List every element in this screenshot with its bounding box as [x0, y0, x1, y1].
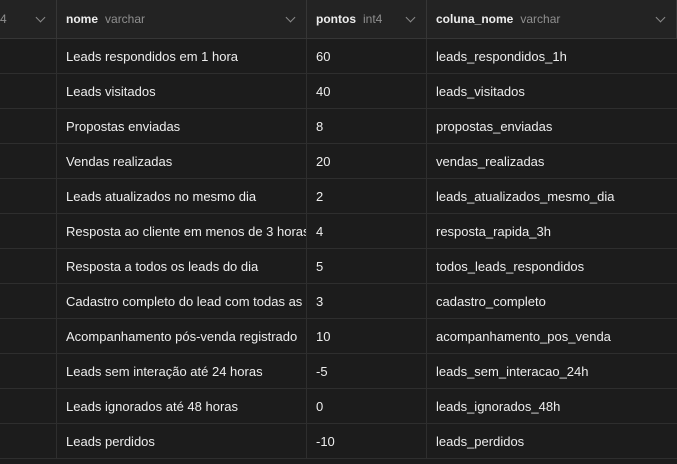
row-id-cell[interactable]	[0, 354, 57, 388]
column-type: varchar	[520, 12, 561, 26]
chevron-down-icon[interactable]	[405, 12, 416, 23]
header-row: 4 nome varchar pontos int4 coluna_nome v…	[0, 0, 677, 39]
cell-coluna-nome[interactable]: acompanhamento_pos_venda	[427, 319, 677, 353]
row-id-cell[interactable]	[0, 284, 57, 318]
cell-nome[interactable]: Leads ignorados até 48 horas	[57, 389, 307, 423]
column-name: coluna_nome	[436, 12, 514, 26]
cell-nome[interactable]: Resposta ao cliente em menos de 3 horas	[57, 214, 307, 248]
cell-coluna-nome[interactable]: leads_sem_interacao_24h	[427, 354, 677, 388]
row-id-cell[interactable]	[0, 319, 57, 353]
table-row[interactable]: Resposta a todos os leads do dia 5 todos_l…	[0, 249, 677, 284]
cell-nome[interactable]: Vendas realizadas	[57, 144, 307, 178]
table-row[interactable]: Cadastro completo do lead com todas as 3 c…	[0, 284, 677, 319]
cell-coluna-nome[interactable]: cadastro_completo	[427, 284, 677, 318]
row-id-cell[interactable]	[0, 109, 57, 143]
cell-coluna-nome[interactable]: leads_respondidos_1h	[427, 39, 677, 73]
chevron-down-icon[interactable]	[285, 12, 296, 23]
cell-pontos[interactable]: -5	[307, 354, 427, 388]
cell-pontos[interactable]: 8	[307, 109, 427, 143]
cell-pontos[interactable]: 4	[307, 214, 427, 248]
table-row[interactable]: Acompanhamento pós-venda registrado 10 aco…	[0, 319, 677, 354]
cell-pontos[interactable]: 0	[307, 389, 427, 423]
data-grid: 4 nome varchar pontos int4 coluna_nome v…	[0, 0, 677, 464]
cell-coluna-nome[interactable]: propostas_enviadas	[427, 109, 677, 143]
cell-coluna-nome[interactable]: vendas_realizadas	[427, 144, 677, 178]
cell-nome[interactable]: Leads respondidos em 1 hora	[57, 39, 307, 73]
column-type: varchar	[105, 12, 146, 26]
cell-nome[interactable]: Cadastro completo do lead com todas as	[57, 284, 307, 318]
cell-nome[interactable]: Leads perdidos	[57, 424, 307, 458]
table-row[interactable]: Leads atualizados no mesmo dia 2 leads_atu…	[0, 179, 677, 214]
cell-coluna-nome[interactable]: leads_ignorados_48h	[427, 389, 677, 423]
row-id-cell[interactable]	[0, 389, 57, 423]
row-id-cell[interactable]	[0, 249, 57, 283]
column-header-coluna-nome[interactable]: coluna_nome varchar	[427, 0, 677, 38]
cell-pontos[interactable]: -10	[307, 424, 427, 458]
column-name: pontos	[316, 12, 356, 26]
table-row[interactable]: Leads perdidos -10 leads_perdidos	[0, 424, 677, 459]
cell-nome[interactable]: Resposta a todos os leads do dia	[57, 249, 307, 283]
row-id-cell[interactable]	[0, 179, 57, 213]
cell-nome[interactable]: Acompanhamento pós-venda registrado	[57, 319, 307, 353]
cell-pontos[interactable]: 3	[307, 284, 427, 318]
table-row[interactable]: Propostas enviadas 8 propostas_enviadas	[0, 109, 677, 144]
column-header-nome[interactable]: nome varchar	[57, 0, 307, 38]
cell-coluna-nome[interactable]: leads_visitados	[427, 74, 677, 108]
column-header-pontos[interactable]: pontos int4	[307, 0, 427, 38]
cell-nome[interactable]: Propostas enviadas	[57, 109, 307, 143]
cell-pontos[interactable]: 40	[307, 74, 427, 108]
row-id-cell[interactable]	[0, 424, 57, 458]
row-id-cell[interactable]	[0, 39, 57, 73]
table-row[interactable]: Vendas realizadas 20 vendas_realizadas	[0, 144, 677, 179]
row-id-cell[interactable]	[0, 74, 57, 108]
chevron-down-icon[interactable]	[655, 12, 666, 23]
table-row[interactable]: Leads ignorados até 48 horas 0 leads_ignor…	[0, 389, 677, 424]
table-row[interactable]: Leads sem interação até 24 horas -5 leads_…	[0, 354, 677, 389]
cell-coluna-nome[interactable]: todos_leads_respondidos	[427, 249, 677, 283]
table-row[interactable]: Leads visitados 40 leads_visitados	[0, 74, 677, 109]
row-id-cell[interactable]	[0, 144, 57, 178]
cell-pontos[interactable]: 20	[307, 144, 427, 178]
cell-pontos[interactable]: 10	[307, 319, 427, 353]
cell-nome[interactable]: Leads atualizados no mesmo dia	[57, 179, 307, 213]
column-type: int4	[363, 12, 383, 26]
column-header-id[interactable]: 4	[0, 0, 57, 38]
cell-pontos[interactable]: 2	[307, 179, 427, 213]
cell-coluna-nome[interactable]: leads_perdidos	[427, 424, 677, 458]
row-id-cell[interactable]	[0, 214, 57, 248]
cell-nome[interactable]: Leads sem interação até 24 horas	[57, 354, 307, 388]
cell-pontos[interactable]: 5	[307, 249, 427, 283]
cell-coluna-nome[interactable]: resposta_rapida_3h	[427, 214, 677, 248]
column-type: 4	[0, 12, 7, 26]
table-row[interactable]: Resposta ao cliente em menos de 3 horas 4…	[0, 214, 677, 249]
cell-coluna-nome[interactable]: leads_atualizados_mesmo_dia	[427, 179, 677, 213]
column-name: nome	[66, 12, 99, 26]
cell-nome[interactable]: Leads visitados	[57, 74, 307, 108]
chevron-down-icon[interactable]	[35, 12, 46, 23]
table-row[interactable]: Leads respondidos em 1 hora 60 leads_respo…	[0, 39, 677, 74]
cell-pontos[interactable]: 60	[307, 39, 427, 73]
